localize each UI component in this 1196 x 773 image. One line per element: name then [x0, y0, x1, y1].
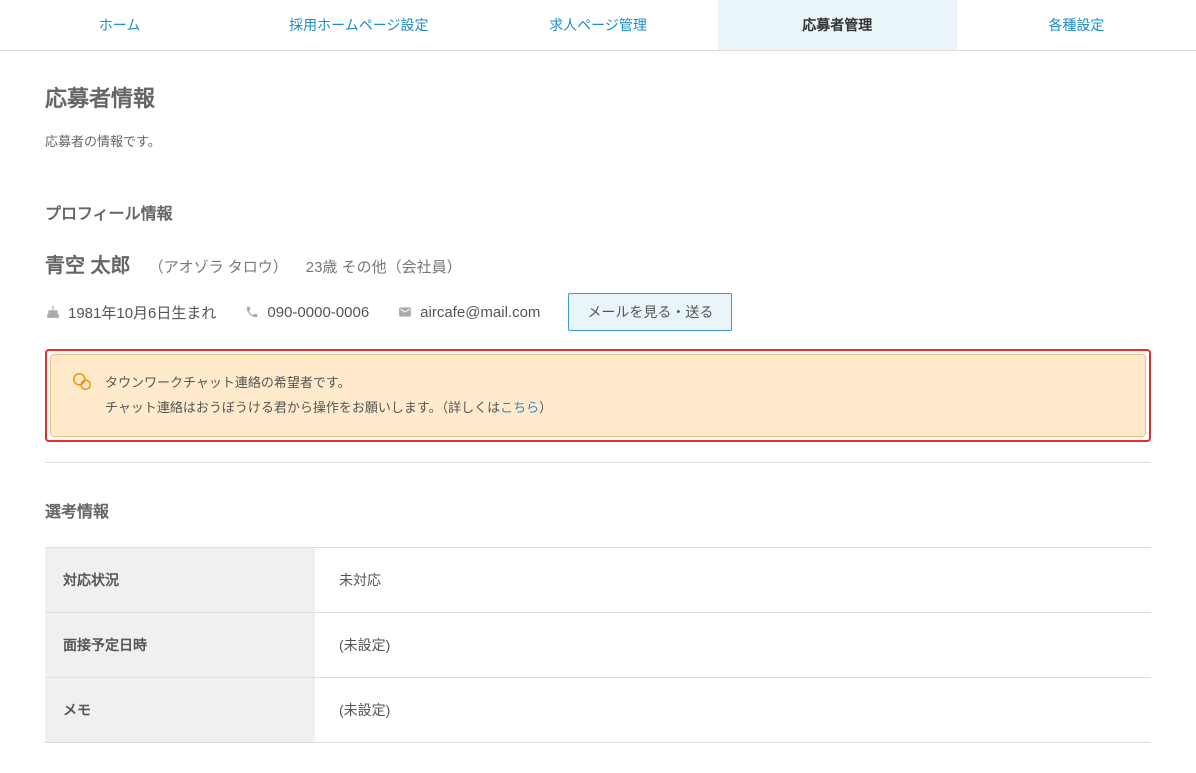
phone-item: 090-0000-0006 [244, 304, 369, 321]
page-description: 応募者の情報です。 [45, 131, 1151, 150]
profile-section-title: プロフィール情報 [45, 200, 1151, 224]
top-nav: ホーム 採用ホームページ設定 求人ページ管理 応募者管理 各種設定 [0, 0, 1196, 51]
alert-line2-post: ） [539, 400, 552, 415]
contact-row: 1981年10月6日生まれ 090-0000-0006 aircafe@mail… [45, 293, 1151, 331]
profile-name-row: 青空 太郎 （アオゾラ タロウ） 23歳 その他（会社員） [45, 249, 1151, 278]
row-value-memo: (未設定) [315, 678, 1151, 743]
alert-highlight-frame: タウンワークチャット連絡の希望者です。 チャット連絡はおうぼうける君から操作をお… [45, 349, 1151, 442]
table-row: メモ (未設定) [45, 678, 1151, 743]
applicant-name-kana: （アオゾラ タロウ） [149, 256, 288, 277]
mail-icon [397, 305, 413, 319]
page-title: 応募者情報 [45, 81, 1151, 113]
nav-job-pages[interactable]: 求人ページ管理 [478, 0, 717, 50]
selection-section-title: 選考情報 [45, 498, 1151, 522]
chat-preference-alert: タウンワークチャット連絡の希望者です。 チャット連絡はおうぼうける君から操作をお… [50, 354, 1146, 437]
row-label-interview: 面接予定日時 [45, 613, 315, 678]
phone-icon [244, 305, 260, 319]
applicant-meta: 23歳 その他（会社員） [306, 256, 462, 277]
main-container: 応募者情報 応募者の情報です。 プロフィール情報 青空 太郎 （アオゾラ タロウ… [0, 51, 1196, 773]
section-divider [45, 462, 1151, 463]
email-text: aircafe@mail.com [420, 304, 540, 321]
alert-line2-pre: チャット連絡はおうぼうける君から操作をお願いします。（詳しくは [105, 400, 500, 415]
view-send-mail-button[interactable]: メールを見る・送る [568, 293, 732, 331]
alert-details-link[interactable]: こちら [500, 400, 539, 415]
nav-applicants[interactable]: 応募者管理 [718, 0, 957, 50]
row-label-memo: メモ [45, 678, 315, 743]
row-value-status: 未対応 [315, 548, 1151, 613]
birth-text: 1981年10月6日生まれ [68, 302, 216, 323]
selection-table: 対応状況 未対応 面接予定日時 (未設定) メモ (未設定) [45, 547, 1151, 743]
alert-line2: チャット連絡はおうぼうける君から操作をお願いします。（詳しくはこちら） [105, 396, 552, 421]
table-row: 対応状況 未対応 [45, 548, 1151, 613]
alert-line1: タウンワークチャット連絡の希望者です。 [105, 371, 552, 396]
applicant-name: 青空 太郎 [45, 249, 131, 278]
nav-home[interactable]: ホーム [0, 0, 239, 50]
row-value-interview: (未設定) [315, 613, 1151, 678]
cake-icon [45, 305, 61, 319]
table-row: 面接予定日時 (未設定) [45, 613, 1151, 678]
row-label-status: 対応状況 [45, 548, 315, 613]
email-item: aircafe@mail.com [397, 304, 540, 321]
birth-item: 1981年10月6日生まれ [45, 302, 216, 323]
chat-icon [71, 371, 93, 393]
nav-recruit-settings[interactable]: 採用ホームページ設定 [239, 0, 478, 50]
alert-text: タウンワークチャット連絡の希望者です。 チャット連絡はおうぼうける君から操作をお… [105, 371, 552, 420]
phone-text: 090-0000-0006 [267, 304, 369, 321]
nav-settings[interactable]: 各種設定 [957, 0, 1196, 50]
